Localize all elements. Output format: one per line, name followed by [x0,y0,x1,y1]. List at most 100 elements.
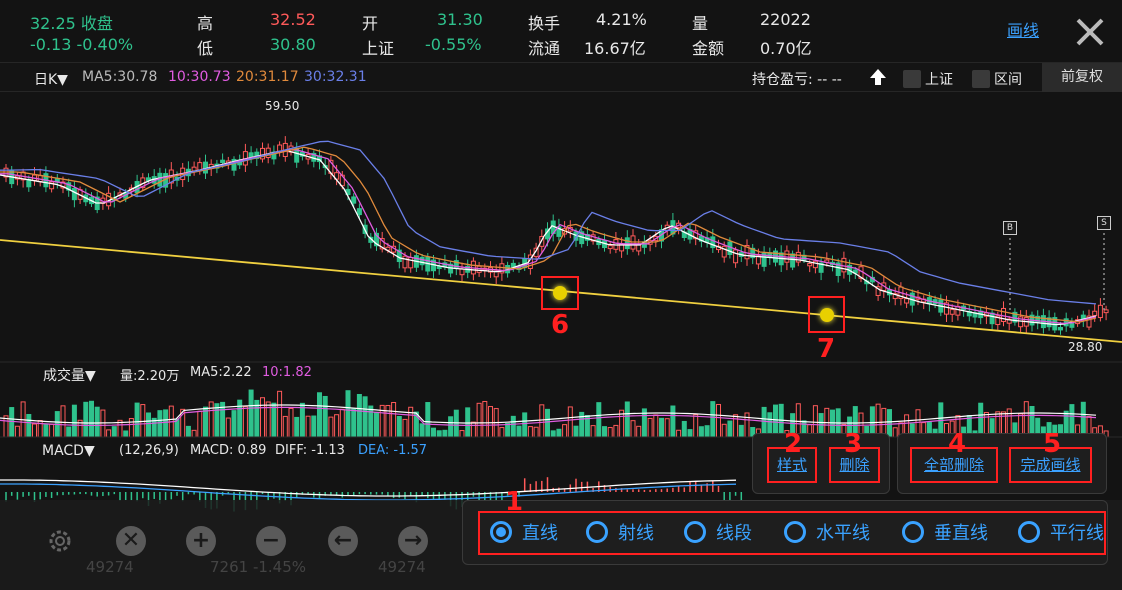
draw-type-label: 水平线 [816,523,870,544]
volume-bar [60,405,66,438]
draw-type-label: 射线 [618,523,654,544]
volume-bar [14,425,20,438]
draw-type-option[interactable]: 直线 [490,517,558,547]
volume-bar [636,425,642,438]
candle [607,245,613,250]
candle [904,298,910,304]
candle [356,208,362,216]
volume-bar [670,405,676,438]
candle [1097,304,1103,319]
volume-bar [1023,401,1029,438]
settings-gear-icon[interactable] [45,526,75,560]
volume-bar [408,406,414,438]
volume-bar [311,415,317,438]
volume-bar [527,426,533,438]
volume-bar [681,420,687,438]
annotation-4: 4 [948,429,967,459]
zoom-in-icon[interactable]: + [186,526,216,556]
volume-bar [157,410,163,438]
volume-bar [727,420,733,438]
volume-bar [305,415,311,438]
volume-bar [345,390,351,438]
volume-bar [111,426,117,438]
volume-bar [282,415,288,438]
volume-bar [676,429,682,438]
draw-type-option[interactable]: 垂直线 [902,517,988,547]
annotation-3: 3 [844,429,863,459]
volume-bar [242,406,248,438]
anchor-point-box[interactable] [808,296,845,333]
anchor-handle-icon[interactable] [553,286,567,300]
volume-bar [146,412,151,438]
close-circle-icon[interactable]: ✕ [116,526,146,556]
volume-bar [659,417,664,438]
macd-value: MACD: 0.89 [190,443,267,458]
faded-value: 7261 -1.45% [210,558,307,576]
draw-type-option[interactable]: 平行线 [1018,517,1104,547]
volume-bar [476,402,482,438]
candle [636,244,642,252]
faded-value: 49274 [86,558,134,576]
zoom-out-icon[interactable]: − [256,526,286,556]
volume-bar [499,427,505,438]
draw-type-option[interactable]: 水平线 [784,517,870,547]
volume-bar [482,400,488,438]
volume-bar [134,402,140,438]
volume-bar [738,424,744,438]
macd-selector[interactable]: MACD▼ [42,443,95,459]
draw-type-option[interactable]: 线段 [684,517,752,547]
anchor-point-box[interactable] [541,276,579,310]
volume-selector[interactable]: 成交量▼ [43,365,96,385]
volume-bar [362,396,368,438]
draw-type-options: 直线 射线 线段 水平线 垂直线 平行线 [478,500,1118,565]
volume-bar [613,424,619,438]
volume-bar [299,402,305,438]
candle [727,241,733,255]
radio-icon [784,521,806,543]
volume-bar [698,426,704,438]
max-price-label: 59.50 [265,99,300,113]
volume-bar [356,393,362,438]
volume-bar [225,417,231,438]
volume-bar [533,426,539,438]
min-price-label: 28.80 [1068,340,1103,354]
volume-bar [66,426,72,438]
s-signal[interactable]: S [1097,216,1111,230]
candle [203,161,208,174]
candle [949,309,955,315]
candle [955,305,961,316]
volume-bar [271,402,277,438]
volume-bar [334,414,340,438]
volume-bar [351,408,357,438]
volume-bar [374,411,379,438]
radio-icon [490,521,512,543]
annotation-6: 6 [551,310,570,340]
volume-bar [733,414,739,438]
draw-type-option[interactable]: 射线 [586,517,654,547]
volume-bar [505,422,511,438]
candle [733,249,739,264]
macd-line [0,479,737,497]
volume-bar [978,402,984,438]
volume-bar [653,414,659,438]
candle [1103,309,1109,314]
macd-params: (12,26,9) [119,443,179,458]
arrow-left-icon[interactable]: ← [328,526,358,556]
candle [402,255,408,269]
volume-bar [716,403,721,438]
volume-bar [94,406,100,438]
candle [1058,326,1063,331]
b-signal[interactable]: B [1003,221,1017,235]
volume-ma10: 10:1.82 [262,365,312,380]
arrow-right-icon[interactable]: → [398,526,428,556]
volume-bar [539,404,545,438]
candle [419,256,425,266]
volume-bar [887,409,892,438]
volume-bar [368,405,374,438]
radio-icon [902,521,924,543]
diff-value: DIFF: -1.13 [275,443,345,458]
volume-bar [328,416,334,438]
volume-bar [191,429,197,438]
draw-type-label: 垂直线 [934,523,988,544]
anchor-handle-icon[interactable] [820,308,834,322]
